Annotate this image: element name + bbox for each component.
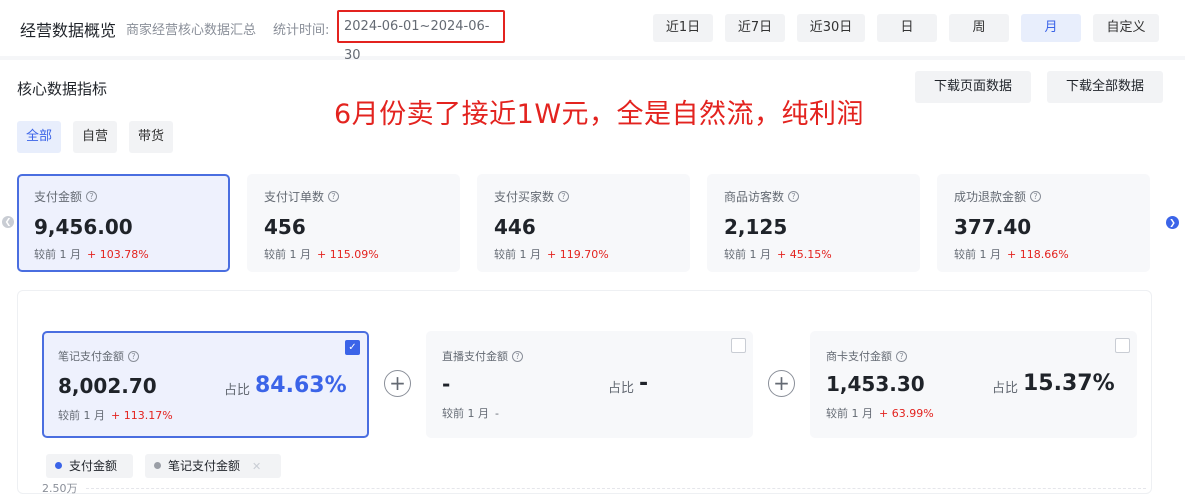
metric-value: 446 [494, 215, 536, 239]
metric-change: + 118.66% [1007, 248, 1069, 261]
share-value: 15.37% [1023, 371, 1115, 396]
close-icon[interactable]: ✕ [252, 460, 261, 473]
metric-card-payment-orders[interactable]: 支付订单数? 456 较前 1 月 + 115.09% [247, 174, 460, 272]
checkbox-checked-icon[interactable]: ✓ [345, 340, 360, 355]
breakdown-card-note-payment[interactable]: 笔记支付金额? 8,002.70 占比 84.63% 较前 1 月 + 113.1… [42, 331, 369, 438]
help-icon[interactable]: ? [86, 191, 98, 202]
metric-value: 2,125 [724, 215, 788, 239]
breakdown-value: - [442, 372, 451, 396]
section-title: 核心数据指标 [17, 80, 108, 98]
legend-label: 笔记支付金额 [168, 459, 241, 473]
checkbox-unchecked-icon[interactable] [1115, 338, 1130, 353]
breakdown-change: + 63.99% [879, 407, 934, 420]
metric-card-payment-amount[interactable]: 支付金额? 9,456.00 较前 1 月 + 103.78% [17, 174, 230, 272]
download-all-data-button[interactable]: 下载全部数据 [1047, 71, 1163, 103]
breakdown-label: 笔记支付金额 [58, 350, 124, 363]
metric-card-refund-amount[interactable]: 成功退款金额? 377.40 较前 1 月 + 118.66% [937, 174, 1150, 272]
metric-label: 成功退款金额 [954, 190, 1027, 204]
metric-change: + 45.15% [777, 248, 832, 261]
help-icon[interactable]: ? [558, 191, 570, 202]
legend-dot-icon [55, 462, 62, 469]
filter-tab-self-operated[interactable]: 自营 [73, 121, 117, 153]
metric-change: + 115.09% [317, 248, 379, 261]
breakdown-value: 1,453.30 [826, 372, 925, 396]
page-title: 经营数据概览 [20, 21, 117, 40]
plus-icon: + [384, 370, 411, 397]
range-button-7d[interactable]: 近7日 [725, 14, 785, 42]
breakdown-compare: 较前 1 月 [442, 407, 489, 420]
breakdown-card-live-payment[interactable]: 直播支付金额? - 占比 - 较前 1 月- [426, 331, 753, 438]
legend-note-payment-amount[interactable]: 笔记支付金额 ✕ [145, 454, 281, 478]
breakdown-compare: 较前 1 月 [58, 409, 105, 422]
red-annotation-text: 6月份卖了接近1W元，全是自然流，纯利润 [334, 99, 865, 130]
share-label: 占比 [224, 383, 251, 398]
metric-label: 商品访客数 [724, 190, 785, 204]
metric-label: 支付订单数 [264, 190, 325, 204]
scroll-right-icon[interactable]: ❯ [1166, 216, 1179, 229]
metric-compare: 较前 1 月 [724, 248, 771, 261]
metric-card-paying-buyers[interactable]: 支付买家数? 446 较前 1 月 + 119.70% [477, 174, 690, 272]
breakdown-compare: 较前 1 月 [826, 407, 873, 420]
page-subtitle: 商家经营核心数据汇总 [126, 23, 257, 38]
metric-value: 456 [264, 215, 306, 239]
range-button-1d[interactable]: 近1日 [653, 14, 713, 42]
breakdown-value: 8,002.70 [58, 374, 157, 398]
legend-label: 支付金额 [69, 459, 118, 473]
date-range-display[interactable]: 2024-06-01~2024-06-30 [337, 10, 505, 63]
filter-tab-all[interactable]: 全部 [17, 121, 61, 153]
share-value: 84.63% [255, 373, 347, 398]
range-button-custom[interactable]: 自定义 [1093, 14, 1159, 42]
help-icon[interactable]: ? [788, 191, 800, 202]
metric-compare: 较前 1 月 [954, 248, 1001, 261]
range-button-week[interactable]: 周 [949, 14, 1009, 42]
metric-value: 377.40 [954, 215, 1032, 239]
y-axis-tick: 2.50万 [42, 482, 78, 494]
metric-label: 支付金额 [34, 190, 83, 204]
share-value: - [639, 371, 649, 396]
scroll-left-icon[interactable]: ❮ [2, 216, 14, 228]
metric-card-product-visitors[interactable]: 商品访客数? 2,125 较前 1 月 + 45.15% [707, 174, 920, 272]
breakdown-change: - [495, 407, 499, 420]
range-button-month[interactable]: 月 [1021, 14, 1081, 42]
checkbox-unchecked-icon[interactable] [731, 338, 746, 353]
filter-tab-affiliate[interactable]: 带货 [129, 121, 173, 153]
help-icon[interactable]: ? [328, 191, 340, 202]
help-icon[interactable]: ? [512, 350, 523, 362]
help-icon[interactable]: ? [1030, 191, 1042, 202]
metric-label: 支付买家数 [494, 190, 555, 204]
share-label: 占比 [608, 381, 635, 396]
metric-compare: 较前 1 月 [264, 248, 311, 261]
legend-dot-icon [154, 462, 161, 469]
breakdown-label: 商卡支付金额 [826, 350, 892, 363]
range-button-day[interactable]: 日 [877, 14, 937, 42]
stat-time-label: 统计时间: [273, 23, 330, 38]
legend-payment-amount[interactable]: 支付金额 [46, 454, 133, 478]
metric-compare: 较前 1 月 [34, 248, 81, 261]
metric-change: + 119.70% [547, 248, 609, 261]
metric-compare: 较前 1 月 [494, 248, 541, 261]
range-button-30d[interactable]: 近30日 [797, 14, 865, 42]
plus-icon: + [768, 370, 795, 397]
breakdown-card-product-card-payment[interactable]: 商卡支付金额? 1,453.30 占比 15.37% 较前 1 月 + 63.99… [810, 331, 1137, 438]
metric-change: + 103.78% [87, 248, 149, 261]
help-icon[interactable]: ? [128, 350, 139, 362]
breakdown-change: + 113.17% [111, 409, 173, 422]
metric-value: 9,456.00 [34, 215, 133, 239]
help-icon[interactable]: ? [896, 350, 907, 362]
chart-gridline [86, 488, 1146, 489]
share-label: 占比 [992, 381, 1019, 396]
breakdown-label: 直播支付金额 [442, 350, 508, 363]
download-page-data-button[interactable]: 下载页面数据 [915, 71, 1031, 103]
